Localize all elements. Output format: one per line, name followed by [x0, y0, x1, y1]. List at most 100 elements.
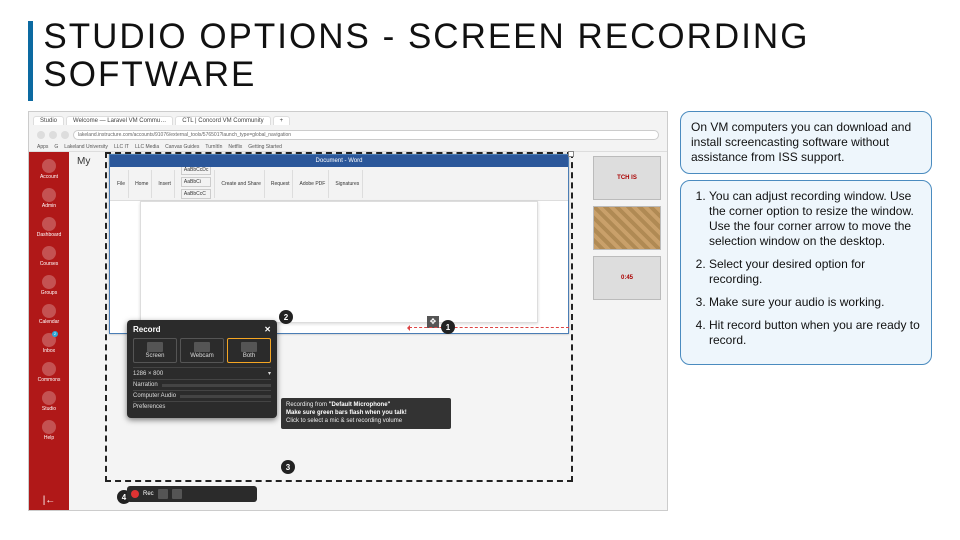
forward-button[interactable]	[49, 131, 57, 139]
sidebar-label: Inbox	[43, 348, 55, 354]
address-bar[interactable]: lakeland.instructure.com/accounts/91076/…	[73, 130, 659, 140]
bookmark[interactable]: Netflix	[228, 144, 242, 150]
record-option-both[interactable]: Both	[227, 338, 271, 363]
bookmark[interactable]: Apps	[37, 144, 48, 150]
sidebar-item-courses[interactable]: Courses	[33, 243, 65, 270]
size-label: 1286 × 800	[133, 371, 163, 377]
record-panel-header: Record ✕	[133, 325, 271, 334]
record-options: Screen Webcam Both	[133, 338, 271, 363]
sidebar-collapse[interactable]: |←	[39, 491, 60, 510]
ribbon-tabs: Home	[132, 170, 152, 198]
content-row: Studio Welcome — Laravel VM Commu… CTL |…	[28, 111, 932, 511]
sidebar-item-dashboard[interactable]: Dashboard	[33, 214, 65, 241]
draw-icon[interactable]	[172, 489, 182, 499]
step-item: Make sure your audio is working.	[709, 295, 921, 310]
title-bar: STUDIO OPTIONS - SCREEN RECORDING SOFTWA…	[28, 18, 932, 101]
ribbon-tabs: Insert	[155, 170, 175, 198]
sidebar-item-calendar[interactable]: Calendar	[33, 301, 65, 328]
slide-title: STUDIO OPTIONS - SCREEN RECORDING SOFTWA…	[43, 18, 932, 94]
inbox-icon: 2	[42, 333, 56, 347]
canvas-sidebar: Account Admin Dashboard Courses Groups C…	[29, 152, 69, 510]
bookmark[interactable]: Lakeland University	[64, 144, 108, 150]
volume-meter	[180, 395, 271, 398]
media-thumb[interactable]: 0:45	[593, 256, 661, 300]
browser-chrome: Studio Welcome — Laravel VM Commu… CTL |…	[29, 112, 667, 152]
record-option-screen[interactable]: Screen	[133, 338, 177, 363]
style-option[interactable]: AaBbCcC	[181, 189, 211, 199]
new-tab-button[interactable]: +	[273, 116, 291, 125]
volume-meter	[162, 384, 271, 387]
ribbon-group: Signatures	[332, 170, 363, 198]
commons-icon	[42, 362, 56, 376]
browser-tab[interactable]: Studio	[33, 116, 64, 125]
sidebar-label: Dashboard	[37, 232, 61, 238]
close-icon[interactable]: ✕	[264, 325, 271, 334]
ribbon-group: Create and Share	[218, 170, 264, 198]
bookmark[interactable]: TurnItIn	[205, 144, 222, 150]
style-option[interactable]: AaBbCcDc	[181, 167, 211, 175]
dashboard-icon	[42, 217, 56, 231]
instructions-panel: On VM computers you can download and ins…	[680, 111, 932, 511]
intro-box: On VM computers you can download and ins…	[680, 111, 932, 174]
computer-audio-row[interactable]: Computer Audio	[133, 390, 271, 401]
page-heading: My	[77, 156, 90, 167]
narration-row[interactable]: Narration	[133, 379, 271, 390]
pause-icon[interactable]	[158, 489, 168, 499]
sidebar-item-admin[interactable]: Admin	[33, 185, 65, 212]
sidebar-label: Admin	[42, 203, 56, 209]
ribbon-group: Request	[268, 170, 294, 198]
browser-tab[interactable]: CTL | Concord VM Community	[175, 116, 270, 125]
bookmark[interactable]: LLC Media	[135, 144, 159, 150]
preferences-row[interactable]: Preferences	[133, 401, 271, 412]
steps-box: You can adjust recording window. Use the…	[680, 180, 932, 365]
bookmarks-bar: Apps G Lakeland University LLC IT LLC Me…	[29, 142, 667, 152]
sidebar-item-account[interactable]: Account	[33, 156, 65, 183]
word-titlebar: Document - Word	[110, 155, 568, 167]
sidebar-item-groups[interactable]: Groups	[33, 272, 65, 299]
bookmark[interactable]: Getting Started	[248, 144, 282, 150]
bookmark[interactable]: G	[54, 144, 58, 150]
media-thumb[interactable]	[593, 206, 661, 250]
slide: STUDIO OPTIONS - SCREEN RECORDING SOFTWA…	[0, 0, 960, 540]
media-thumb[interactable]: TCH IS	[593, 156, 661, 200]
sidebar-label: Courses	[40, 261, 59, 267]
sidebar-item-studio[interactable]: Studio	[33, 388, 65, 415]
help-icon	[42, 420, 56, 434]
media-thumbnails: TCH IS 0:45	[593, 156, 661, 300]
record-button[interactable]	[131, 490, 139, 498]
step-item: Hit record button when you are ready to …	[709, 318, 921, 348]
word-ribbon: File Home Insert AaBbCcDc AaBbCcDc	[110, 167, 568, 201]
reload-button[interactable]	[61, 131, 69, 139]
inbox-badge: 2	[52, 331, 58, 337]
callout-arrow	[409, 327, 569, 328]
back-button[interactable]	[37, 131, 45, 139]
record-panel: Record ✕ Screen Webcam Both 1286 × 800▾ …	[127, 320, 277, 418]
monitor-icon	[147, 342, 163, 352]
browser-tab[interactable]: Welcome — Laravel VM Commu…	[66, 116, 173, 125]
style-option[interactable]: AaBbCi	[181, 177, 211, 187]
webcam-icon	[194, 342, 210, 352]
ribbon-tab[interactable]: Insert	[158, 181, 171, 187]
sidebar-label: Help	[44, 435, 54, 441]
record-toolbar: Rec	[127, 486, 257, 502]
courses-icon	[42, 246, 56, 260]
admin-icon	[42, 188, 56, 202]
sidebar-label: Groups	[41, 290, 57, 296]
both-icon	[241, 342, 257, 352]
record-option-webcam[interactable]: Webcam	[180, 338, 224, 363]
intro-text: On VM computers you can download and ins…	[691, 120, 911, 164]
record-label: Rec	[143, 491, 154, 497]
bookmark[interactable]: LLC IT	[114, 144, 129, 150]
sidebar-item-commons[interactable]: Commons	[33, 359, 65, 386]
styles-gallery[interactable]: AaBbCcDc AaBbCcDc AaBbCi AaBbCcC AaB	[178, 170, 215, 198]
sidebar-item-help[interactable]: Help	[33, 417, 65, 444]
record-size-row[interactable]: 1286 × 800▾	[133, 367, 271, 379]
ribbon-tab[interactable]: File	[117, 181, 125, 187]
word-document	[140, 201, 538, 323]
sidebar-item-inbox[interactable]: 2 Inbox	[33, 330, 65, 357]
ribbon-tab[interactable]: Home	[135, 181, 148, 187]
bookmark[interactable]: Canvas Guides	[165, 144, 199, 150]
sidebar-label: Calendar	[39, 319, 59, 325]
browser-tabs: Studio Welcome — Laravel VM Commu… CTL |…	[29, 112, 667, 128]
step-item: You can adjust recording window. Use the…	[709, 189, 921, 249]
